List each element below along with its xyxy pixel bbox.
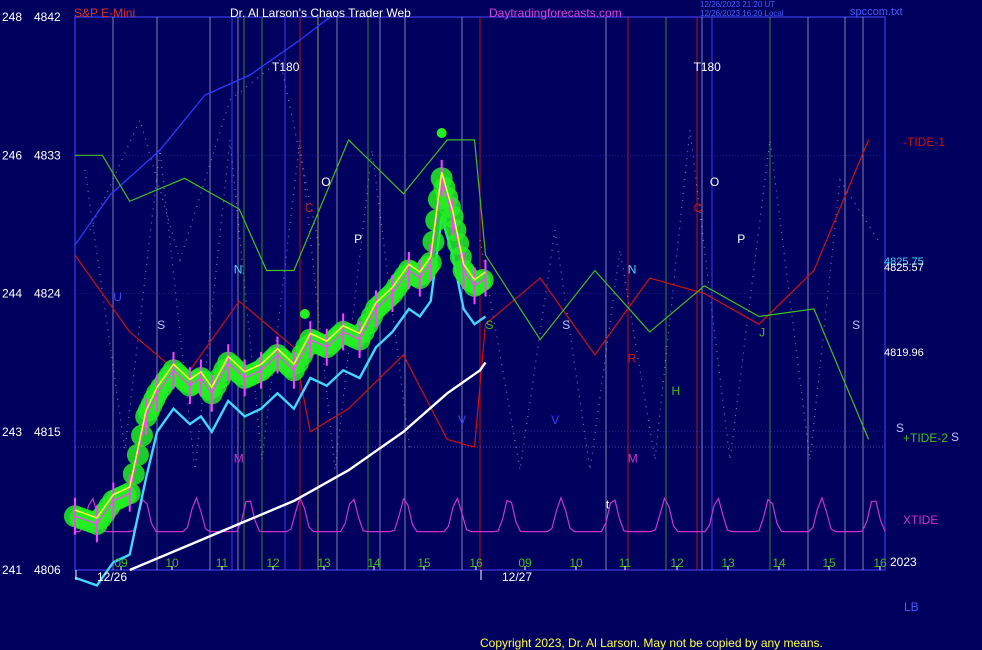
- site-url-link[interactable]: Daytradingforecasts.com: [489, 6, 622, 20]
- annotation-label: T180: [693, 60, 721, 74]
- annotation-label: J: [759, 326, 765, 340]
- high-marker-dot: [436, 128, 447, 138]
- y-tick-price: 4815: [34, 425, 61, 439]
- annotation-label: S: [157, 318, 165, 332]
- pivot-marker-dot: [299, 309, 310, 319]
- annotation-label: M: [234, 451, 244, 465]
- annotation-label: C: [693, 201, 702, 215]
- y-tick-angle: 246: [2, 148, 22, 162]
- site-title: Dr. Al Larson's Chaos Trader Web: [230, 6, 411, 20]
- annotation-label: P: [737, 232, 745, 246]
- y-tick-price: 4824: [34, 287, 61, 301]
- copyright-notice: Copyright 2023, Dr. Al Larson. May not b…: [480, 636, 823, 650]
- xtide-label: XTIDE: [903, 513, 938, 527]
- annotation-label: R: [628, 352, 637, 366]
- annotation-label: V: [551, 413, 559, 427]
- date-label: 12/26: [97, 570, 127, 584]
- chaos-chart: T180 T180OPCNUSMS SV VNOPCRHMJSSt 241 480624…: [0, 0, 982, 650]
- price-label-3: 4819.96: [884, 347, 924, 359]
- annotation-label: V: [458, 413, 466, 427]
- annotation-label: C: [305, 201, 314, 215]
- annotation-label: O: [710, 175, 719, 189]
- annotation-label: S: [852, 318, 860, 332]
- tide2-s-marker: S: [951, 430, 959, 444]
- y-tick-price: 4842: [34, 10, 61, 24]
- annotation-label: H: [672, 384, 681, 398]
- annotation-label: N: [234, 263, 243, 277]
- y-tick-angle: 248: [2, 10, 22, 24]
- instrument-label: S&P E-Mini: [74, 6, 135, 20]
- tide1-label: -TIDE-1: [903, 135, 945, 149]
- annotation-label: S: [562, 318, 570, 332]
- y-tick-angle: 244: [2, 287, 22, 301]
- year-label: 2023: [890, 555, 917, 569]
- annotation-label: M: [628, 451, 638, 465]
- y-tick-price: 4833: [34, 148, 61, 162]
- file-name: spccom.txt: [850, 6, 903, 18]
- timestamp-ut: 12/26/2023 21:20 UT: [700, 0, 775, 9]
- y-tick-angle: 241: [2, 563, 22, 577]
- annotation-label: T180: [272, 60, 300, 74]
- annotation-label: O: [321, 175, 330, 189]
- y-tick-angle: 243: [2, 425, 22, 439]
- y-tick-price: 4806: [34, 563, 61, 577]
- annotation-label: S: [485, 318, 493, 332]
- corner-label: LB: [904, 600, 919, 614]
- annotation-label: P: [354, 232, 362, 246]
- date-label: 12/27: [502, 570, 532, 584]
- price-label-2: 4825.57: [884, 262, 924, 274]
- timestamp-local: 12/26/2023 16:20 Local: [700, 9, 784, 18]
- annotation-label: U: [113, 290, 122, 304]
- annotation-label: N: [628, 263, 637, 277]
- tide2-label: +TIDE-2: [903, 431, 948, 445]
